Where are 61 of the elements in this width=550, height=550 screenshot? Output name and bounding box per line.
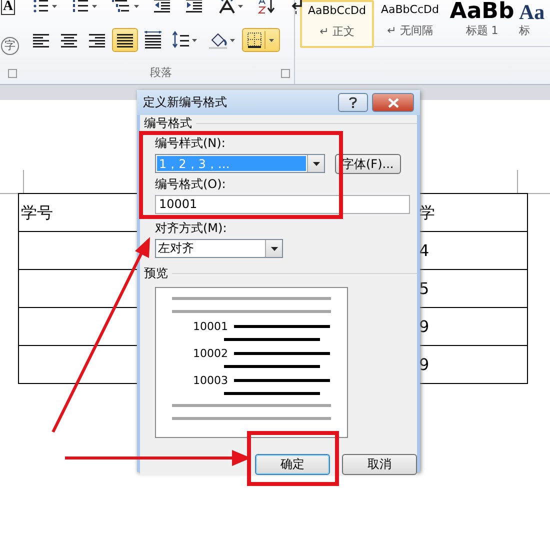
input-field[interactable]: 10001 [155,195,410,214]
distribute-icon [144,31,162,49]
table-cell: 4 [419,241,430,260]
style-item[interactable]: AaBbCcDd ↵ 无间隔 [374,0,446,46]
dropdown-arrow-icon [312,162,320,166]
field-label: 编号样式(N): [155,136,226,151]
paint-bucket-icon [208,31,236,49]
style-name: ↵ 无间隔 [387,23,433,38]
style-name: 标 [519,23,530,38]
multilevel-list-icon [112,0,140,15]
font-button[interactable]: 字体(F)... [335,154,401,174]
style-item[interactable]: AaBbCcDd ↵ 正文 [300,0,374,48]
style-sample: AaBbCcDd [308,3,366,19]
enclose-character-button[interactable]: 字 [1,37,19,55]
numbered-list-icon [72,0,98,15]
field-label: 对齐方式(M): [155,221,227,236]
style-name: ↵ 正文 [320,24,354,39]
align-left-icon [32,31,50,49]
table-cell: 9 [419,355,430,374]
table-cell: 9 [419,317,430,336]
justify-button[interactable] [112,28,138,52]
table-cell: 学号 [21,203,53,222]
dialog-launcher-icon[interactable] [281,69,290,78]
style-sample: AaBb [450,1,514,23]
help-button[interactable] [338,93,368,112]
group-label: 段落 [150,65,172,80]
field-label: 编号格式(O): [155,177,226,192]
text-direction-icon [218,0,244,15]
window-title: 定义新编号格式 [143,94,228,111]
border-button[interactable] [242,28,280,52]
close-icon [388,98,398,108]
style-name: 标题 1 [466,23,498,38]
border-icon [246,31,276,49]
dropdown-arrow-icon [270,246,278,250]
alignment-dropdown[interactable]: 左对齐 [155,239,283,258]
sort-icon [258,0,276,15]
bullet-list-icon [32,0,58,15]
font-button[interactable]: A [1,0,16,15]
decrease-indent-icon [154,0,172,15]
justify-icon [116,31,134,49]
align-center-icon [60,31,78,49]
group-label: 编号格式 [144,116,192,131]
line-spacing-icon [172,31,198,49]
help-icon [349,97,357,108]
ok-button[interactable]: 确定 [255,454,330,475]
table-cell: 学 [419,203,435,222]
section-label: 预览 [144,266,168,281]
style-sample: Aa [519,1,545,23]
style-item[interactable]: AaBb 标题 1 [446,0,518,46]
align-right-icon [88,31,106,49]
preview-number: 10002 [192,347,229,360]
preview-number: 10003 [192,374,229,387]
cancel-button[interactable]: 取消 [342,454,417,475]
style-item[interactable]: Aa 标 [518,0,550,46]
preview-number: 10001 [192,320,229,333]
paragraph-mark-icon [290,0,304,15]
increase-indent-icon [186,0,204,15]
table-cell: 5 [419,279,430,298]
close-button[interactable] [372,93,414,112]
dialog-launcher-icon[interactable] [8,69,17,78]
style-sample: AaBbCcDd [381,2,439,18]
